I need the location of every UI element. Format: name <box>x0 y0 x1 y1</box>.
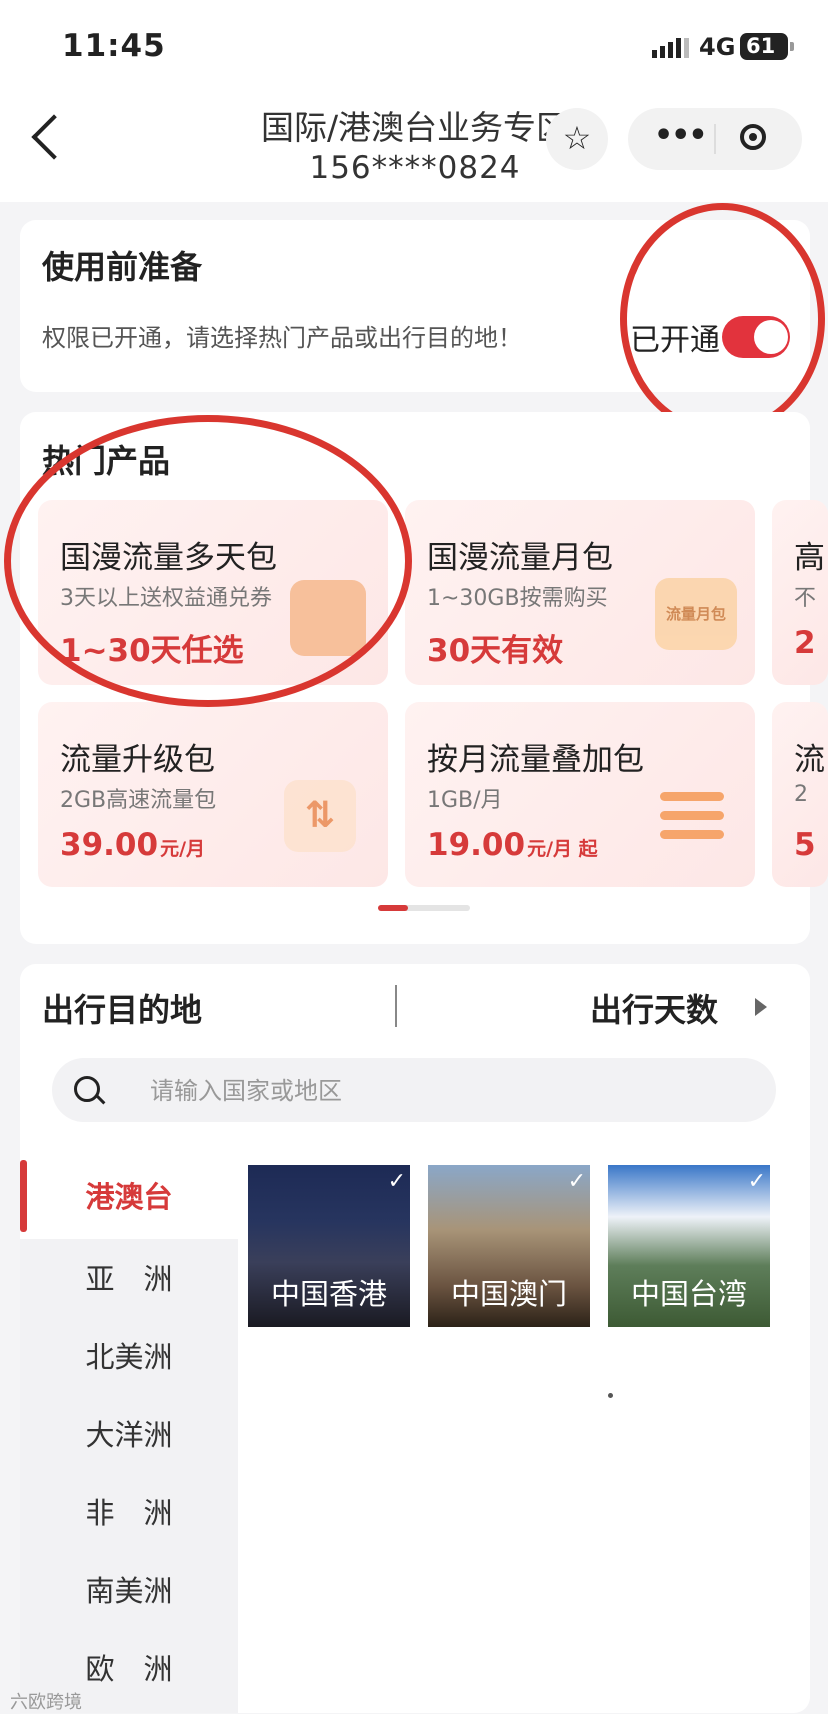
stack-icon <box>660 792 724 839</box>
product-card[interactable]: 国漫流量月包 1~30GB按需购买 30天有效 流量月包 <box>405 500 755 685</box>
destination-tile-macau[interactable]: ✓ 中国澳门 <box>428 1165 590 1327</box>
watermark: 六欧跨境 <box>10 1692 82 1713</box>
product-subtitle: 1~30GB按需购买 <box>427 586 608 611</box>
status-time: 11:45 <box>62 28 166 64</box>
play-arrow-icon[interactable] <box>755 998 767 1016</box>
travel-days-tab[interactable]: 出行天数 <box>590 985 718 1031</box>
product-price: 30天有效 <box>427 633 564 669</box>
region-item-south-america[interactable]: 南美洲 <box>20 1568 238 1610</box>
product-subtitle: 不 <box>794 586 817 611</box>
destination-tile-taiwan[interactable]: ✓ 中国台湾 <box>608 1165 770 1327</box>
region-item-gat[interactable]: 港澳台 <box>20 1174 238 1216</box>
product-price: 19.00 元/月 起 <box>427 827 598 863</box>
pager-indicator <box>378 905 408 911</box>
region-item-asia[interactable]: 亚 洲 <box>20 1256 238 1298</box>
region-item-north-america[interactable]: 北美洲 <box>20 1334 238 1376</box>
product-name: 按月流量叠加包 <box>427 742 644 778</box>
target-icon[interactable] <box>740 124 766 150</box>
annotation-circle <box>620 203 825 435</box>
check-icon: ✓ <box>567 1169 586 1194</box>
product-name: 流 <box>794 742 825 778</box>
upgrade-icon: ⇅ <box>284 780 356 852</box>
tab-divider <box>395 985 397 1027</box>
loading-dot <box>608 1393 613 1398</box>
check-icon: ✓ <box>747 1169 766 1194</box>
product-card[interactable]: 流量升级包 2GB高速流量包 39.00 元/月 ⇅ <box>38 702 388 887</box>
destination-label: 中国香港 <box>270 1277 387 1311</box>
search-icon <box>74 1076 100 1102</box>
destination-tile-hk[interactable]: ✓ 中国香港 <box>248 1165 410 1327</box>
product-price: 5 <box>794 827 816 863</box>
product-subtitle: 1GB/月 <box>427 788 503 813</box>
battery-cap <box>790 42 794 51</box>
star-icon[interactable]: ☆ <box>546 108 608 170</box>
product-price: 2 <box>794 625 816 661</box>
more-dots-icon[interactable]: ••• <box>654 118 708 153</box>
network-type: 4G <box>699 33 736 61</box>
region-item-africa[interactable]: 非 洲 <box>20 1490 238 1532</box>
monthly-pack-icon: 流量月包 <box>655 578 737 650</box>
product-name: 流量升级包 <box>60 742 215 778</box>
destinations-title[interactable]: 出行目的地 <box>42 985 202 1031</box>
product-card[interactable]: 流 2 5 <box>772 702 828 887</box>
product-subtitle: 2 <box>794 782 808 807</box>
phone-number: 156****0824 <box>309 150 521 186</box>
product-name: 高 <box>794 540 825 576</box>
destination-label: 中国澳门 <box>450 1277 567 1311</box>
destination-label: 中国台湾 <box>630 1277 747 1311</box>
page-title: 国际/港澳台业务专区 <box>260 108 570 147</box>
product-price: 39.00 元/月 <box>60 827 206 863</box>
region-item-europe[interactable]: 欧 洲 <box>20 1646 238 1688</box>
product-name: 国漫流量月包 <box>427 540 613 576</box>
prep-title: 使用前准备 <box>42 248 203 286</box>
product-subtitle: 2GB高速流量包 <box>60 788 217 813</box>
product-card[interactable]: 按月流量叠加包 1GB/月 19.00 元/月 起 <box>405 702 755 887</box>
search-input[interactable] <box>148 1072 712 1110</box>
region-item-oceania[interactable]: 大洋洲 <box>20 1412 238 1454</box>
check-icon: ✓ <box>387 1169 406 1194</box>
prep-description: 权限已开通，请选择热门产品或出行目的地！ <box>42 324 522 352</box>
signal-icon <box>652 38 692 58</box>
product-card[interactable]: 高 不 2 <box>772 500 828 685</box>
battery-icon: 61 <box>740 33 788 60</box>
capsule-divider <box>714 124 716 154</box>
annotation-circle <box>4 415 412 707</box>
